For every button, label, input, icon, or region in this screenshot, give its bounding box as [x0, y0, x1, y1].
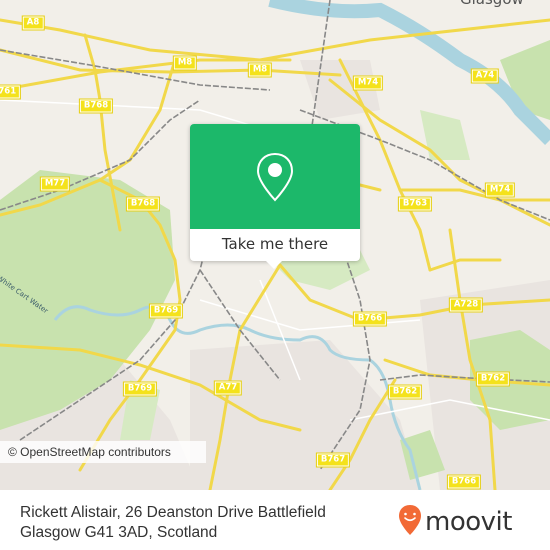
road-shield-b761: B761: [0, 84, 22, 100]
road-shield-b766-south: B766: [446, 474, 482, 490]
road-shield-b769-south: B769: [122, 381, 158, 397]
road-shield-b762-east: B762: [475, 371, 511, 387]
road-shield-b766-north: B766: [352, 311, 388, 327]
map[interactable]: Glasgow White Cart Water A8 B761 M8 M8 B…: [0, 0, 550, 490]
road-shield-b767: B767: [315, 452, 351, 468]
road-shield-b762-center: B762: [387, 384, 423, 400]
road-shield-a77: A77: [213, 380, 243, 396]
popup-header: [190, 124, 360, 229]
road-shield-b763: B763: [397, 196, 433, 212]
road-shield-a728: A728: [448, 297, 484, 313]
location-pin-icon: [256, 152, 294, 202]
footer: Rickett Alistair, 26 Deanston Drive Batt…: [0, 490, 550, 550]
address: Rickett Alistair, 26 Deanston Drive Batt…: [20, 503, 326, 543]
road-shield-m74-east: M74: [484, 182, 516, 198]
moovit-logo[interactable]: moovit: [398, 500, 512, 540]
road-shield-a8: A8: [21, 15, 45, 31]
address-line-1: Rickett Alistair, 26 Deanston Drive Batt…: [20, 504, 326, 521]
road-shield-b768-north: B768: [78, 98, 114, 114]
road-shield-m8-east: M8: [247, 62, 273, 78]
city-label: Glasgow: [460, 0, 524, 8]
road-shield-m74-north: M74: [352, 75, 384, 91]
road-shield-m8-west: M8: [172, 55, 198, 71]
address-line-2: Glasgow G41 3AD, Scotland: [20, 524, 218, 541]
popup-pointer: [265, 260, 283, 269]
map-attribution[interactable]: © OpenStreetMap contributors: [0, 441, 206, 463]
road-shield-m77: M77: [39, 176, 71, 192]
moovit-pin-icon: [399, 505, 421, 535]
road-shield-a74: A74: [470, 68, 500, 84]
location-popup: Take me there: [190, 124, 360, 269]
brand-name: moovit: [425, 507, 512, 537]
road-shield-b769-north: B769: [148, 303, 184, 319]
take-me-there-button[interactable]: Take me there: [190, 229, 360, 261]
road-shield-b768-south: B768: [125, 196, 161, 212]
